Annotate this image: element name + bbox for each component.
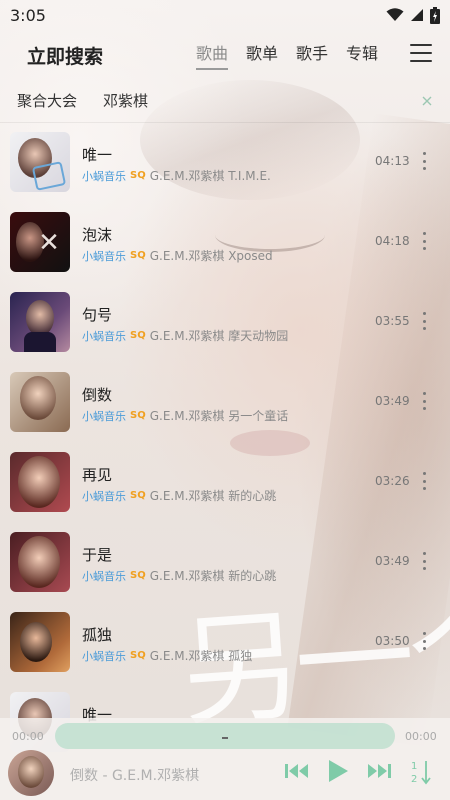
more-vertical-icon[interactable] <box>421 632 427 650</box>
more-vertical-icon[interactable] <box>421 472 427 490</box>
quality-badge: SQ <box>130 410 146 421</box>
song-meta: 小蜗音乐 SQ G.E.M.邓紫棋 摩天动物园 <box>82 327 288 344</box>
current-time: 00:00 <box>12 730 44 743</box>
song-artist-album: G.E.M.邓紫棋 另一个童话 <box>149 409 289 423</box>
song-source: 小蜗音乐 <box>82 169 126 183</box>
song-meta: 小蜗音乐 SQ G.E.M.邓紫棋 T.I.M.E. <box>82 167 271 184</box>
status-bar: 3:05 <box>0 0 450 30</box>
more-vertical-icon[interactable] <box>421 552 427 570</box>
now-playing-title: 倒数 - G.E.M.邓紫棋 <box>70 768 200 784</box>
song-source: 小蜗音乐 <box>82 329 126 343</box>
album-cover <box>10 372 70 432</box>
song-artist-album: G.E.M.邓紫棋 孤独 <box>149 649 253 663</box>
song-title: 孤独 <box>82 626 113 644</box>
search-source[interactable]: 聚合大会 <box>17 90 77 111</box>
quality-badge: SQ <box>130 170 146 181</box>
song-duration: 03:55 <box>375 314 410 328</box>
tab-playlists[interactable]: 歌单 <box>246 40 278 70</box>
song-artist-album: G.E.M.邓紫棋 Xposed <box>149 249 273 263</box>
wifi-icon <box>386 8 404 21</box>
song-duration: 04:18 <box>375 234 410 248</box>
song-title: 于是 <box>82 546 113 564</box>
song-title: 泡沫 <box>82 226 113 244</box>
tab-albums[interactable]: 专辑 <box>346 40 378 70</box>
total-time: 00:00 <box>405 730 437 743</box>
svg-text:1: 1 <box>411 761 417 772</box>
next-icon[interactable] <box>366 760 392 782</box>
search-filter-row: 聚合大会 邓紫棋 <box>0 84 450 118</box>
song-row[interactable]: 孤独 小蜗音乐 SQ G.E.M.邓紫棋 孤独 03:50 <box>0 604 450 684</box>
svg-text:2: 2 <box>411 774 417 785</box>
header: 立即搜索 歌曲 歌单 歌手 专辑 <box>0 30 450 78</box>
song-source: 小蜗音乐 <box>82 489 126 503</box>
play-icon[interactable] <box>326 758 350 784</box>
tab-bar: 歌曲 歌单 歌手 专辑 <box>196 40 378 70</box>
quality-badge: SQ <box>130 570 146 581</box>
song-duration: 03:50 <box>375 634 410 648</box>
song-row[interactable]: ✕ 泡沫 小蜗音乐 SQ G.E.M.邓紫棋 Xposed 04:18 <box>0 204 450 284</box>
quality-badge: SQ <box>130 250 146 261</box>
song-artist-album: G.E.M.邓紫棋 新的心跳 <box>149 489 277 503</box>
tab-artists[interactable]: 歌手 <box>296 40 328 70</box>
song-row[interactable]: 再见 小蜗音乐 SQ G.E.M.邓紫棋 新的心跳 03:26 <box>0 444 450 524</box>
song-title: 句号 <box>82 306 113 324</box>
song-row[interactable]: 句号 小蜗音乐 SQ G.E.M.邓紫棋 摩天动物园 03:55 <box>0 284 450 364</box>
quality-badge: SQ <box>130 650 146 661</box>
song-title: 再见 <box>82 466 113 484</box>
divider <box>0 122 450 123</box>
mini-player: 00:00 00:00 倒数 - G.E.M.邓紫棋 1 2 <box>0 718 450 800</box>
tab-songs[interactable]: 歌曲 <box>196 40 229 70</box>
song-duration: 03:49 <box>375 554 410 568</box>
more-vertical-icon[interactable] <box>421 312 427 330</box>
song-meta: 小蜗音乐 SQ G.E.M.邓紫棋 孤独 <box>82 647 252 664</box>
progress-bar[interactable] <box>55 723 395 749</box>
song-row[interactable]: 唯一 小蜗音乐 SQ G.E.M.邓紫棋 T.I.M.E. 04:13 <box>0 124 450 204</box>
song-duration: 04:13 <box>375 154 410 168</box>
close-icon[interactable] <box>420 94 434 108</box>
song-title: 倒数 <box>82 386 113 404</box>
search-query[interactable]: 邓紫棋 <box>103 90 148 111</box>
song-row[interactable]: 倒数 小蜗音乐 SQ G.E.M.邓紫棋 另一个童话 03:49 <box>0 364 450 444</box>
more-vertical-icon[interactable] <box>421 232 427 250</box>
album-cover <box>10 292 70 352</box>
song-source: 小蜗音乐 <box>82 649 126 663</box>
now-playing-cover[interactable] <box>8 750 54 796</box>
previous-icon[interactable] <box>284 760 310 782</box>
song-meta: 小蜗音乐 SQ G.E.M.邓紫棋 另一个童话 <box>82 407 288 424</box>
song-artist-album: G.E.M.邓紫棋 新的心跳 <box>149 569 277 583</box>
album-cover <box>10 612 70 672</box>
song-title: 唯一 <box>82 146 113 164</box>
status-icons <box>386 6 440 24</box>
more-vertical-icon[interactable] <box>421 392 427 410</box>
sort-order-icon[interactable]: 1 2 <box>410 758 432 786</box>
menu-icon[interactable] <box>410 44 432 62</box>
song-duration: 03:49 <box>375 394 410 408</box>
song-meta: 小蜗音乐 SQ G.E.M.邓紫棋 Xposed <box>82 247 273 264</box>
song-artist-album: G.E.M.邓紫棋 T.I.M.E. <box>149 169 271 183</box>
song-source: 小蜗音乐 <box>82 569 126 583</box>
song-source: 小蜗音乐 <box>82 249 126 263</box>
status-time: 3:05 <box>10 5 46 25</box>
song-artist-album: G.E.M.邓紫棋 摩天动物园 <box>149 329 289 343</box>
song-row[interactable]: 于是 小蜗音乐 SQ G.E.M.邓紫棋 新的心跳 03:49 <box>0 524 450 604</box>
album-cover <box>10 132 70 192</box>
album-cover: ✕ <box>10 212 70 272</box>
song-source: 小蜗音乐 <box>82 409 126 423</box>
progress-handle[interactable] <box>222 737 228 739</box>
song-meta: 小蜗音乐 SQ G.E.M.邓紫棋 新的心跳 <box>82 567 276 584</box>
album-cover <box>10 532 70 592</box>
quality-badge: SQ <box>130 490 146 501</box>
battery-icon <box>430 6 440 24</box>
page-title: 立即搜索 <box>27 46 104 68</box>
song-duration: 03:26 <box>375 474 410 488</box>
signal-icon <box>411 9 423 21</box>
song-meta: 小蜗音乐 SQ G.E.M.邓紫棋 新的心跳 <box>82 487 276 504</box>
album-cover <box>10 452 70 512</box>
quality-badge: SQ <box>130 330 146 341</box>
more-vertical-icon[interactable] <box>421 152 427 170</box>
